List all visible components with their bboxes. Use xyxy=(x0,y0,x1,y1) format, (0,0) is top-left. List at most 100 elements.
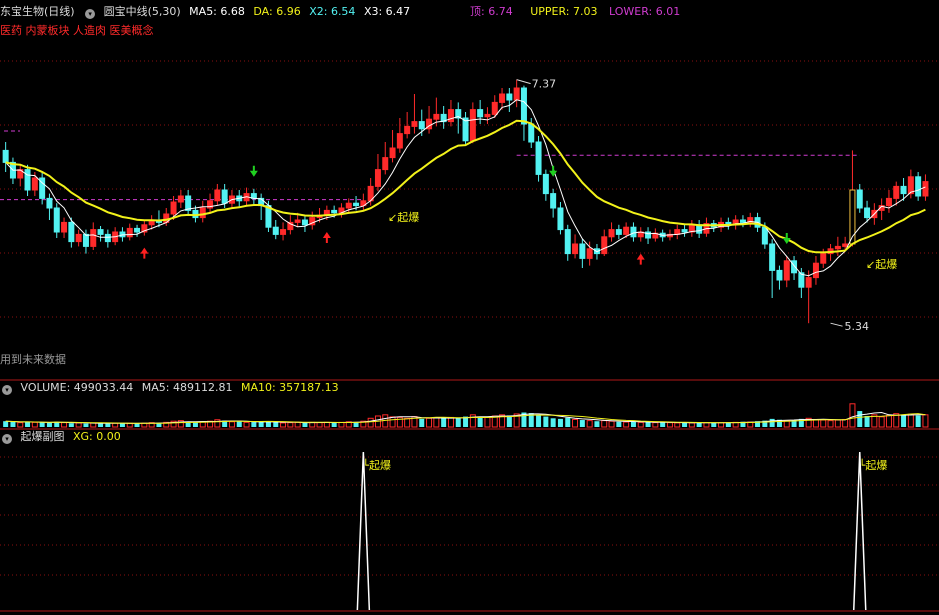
volume-bar xyxy=(83,423,89,427)
volume-bar xyxy=(769,418,775,427)
candle-body xyxy=(469,109,476,142)
candle-body xyxy=(520,87,527,125)
volume-bar xyxy=(849,403,856,428)
candle-body xyxy=(893,185,900,199)
sell-arrow-icon xyxy=(249,165,258,177)
volume-bar xyxy=(455,418,461,427)
volume-bar xyxy=(915,415,921,427)
volume-bar xyxy=(674,422,681,428)
volume-bar xyxy=(922,414,929,428)
volume-bar xyxy=(688,422,695,428)
volume-bar xyxy=(812,418,819,428)
candle-body xyxy=(170,201,177,215)
candle-body xyxy=(586,248,593,259)
candle-body xyxy=(24,169,31,191)
candle-body xyxy=(922,181,929,197)
volume-bar xyxy=(550,418,556,427)
candle-body xyxy=(907,176,914,195)
candle-body xyxy=(418,121,425,130)
candle-body xyxy=(484,113,491,118)
volume-bar xyxy=(565,417,571,427)
low-price-label: 5.34 xyxy=(845,320,870,333)
candle-body xyxy=(199,207,206,219)
high-pointer xyxy=(516,79,531,85)
volume-bar xyxy=(711,422,717,427)
candle-body xyxy=(820,253,827,264)
volume-bar xyxy=(433,417,440,428)
volume-bar xyxy=(31,421,38,428)
candle-body xyxy=(404,125,411,135)
candle-body xyxy=(447,109,454,123)
candle-body xyxy=(579,243,586,259)
qibao-sub-label: └起爆 xyxy=(859,458,888,472)
volume-bar xyxy=(105,423,111,427)
volume-bar xyxy=(682,422,688,427)
volume-bar xyxy=(419,418,425,427)
volume-bar xyxy=(39,422,45,427)
candle-body xyxy=(550,193,557,209)
volume-bar xyxy=(338,421,345,428)
candle-body xyxy=(294,219,301,223)
qibao-main-label: ↙起爆 xyxy=(388,210,419,224)
candle-body xyxy=(68,221,75,243)
candle-body xyxy=(82,233,89,247)
volume-bar xyxy=(878,416,885,428)
candle-body xyxy=(572,243,579,255)
volume-bar xyxy=(703,422,710,428)
candle-body xyxy=(331,209,338,214)
volume-bar xyxy=(718,422,725,428)
volume-bar xyxy=(572,418,579,428)
candle-body xyxy=(812,262,819,279)
candle-body xyxy=(462,117,469,142)
candle-body xyxy=(2,149,9,163)
volume-bar xyxy=(885,414,892,428)
candle-body xyxy=(53,207,60,233)
volume-bar xyxy=(441,418,447,427)
volume-bar xyxy=(426,417,433,428)
volume-bar xyxy=(601,420,608,428)
candle-body xyxy=(499,93,506,103)
qibao-sub-label: └起爆 xyxy=(362,458,391,472)
candle-body xyxy=(97,229,104,235)
qibao-spike xyxy=(853,451,867,611)
candle-body xyxy=(783,260,790,281)
stock-chart[interactable]: 7.37 5.34 ↙起爆 ↙起爆 └起爆 └起爆 xyxy=(0,0,939,615)
candle-body xyxy=(477,109,484,118)
candle-body xyxy=(564,229,571,255)
volume-bar xyxy=(75,422,82,428)
volume-bar xyxy=(3,421,9,427)
volume-bar xyxy=(404,417,411,428)
volume-bar xyxy=(842,418,849,428)
volume-bar xyxy=(389,416,396,428)
volume-bar xyxy=(536,414,542,427)
candle-body xyxy=(842,243,849,247)
candle-body xyxy=(528,123,535,143)
volume-bar xyxy=(331,422,337,427)
candle-body xyxy=(177,195,184,203)
candle-body xyxy=(104,233,111,243)
sell-arrow-icon xyxy=(782,233,791,244)
volume-bar xyxy=(243,421,250,428)
candle-body xyxy=(681,229,688,233)
candle-body xyxy=(61,221,68,233)
candle-body xyxy=(739,219,746,223)
volume-bar xyxy=(68,423,74,427)
volume-bar xyxy=(630,421,636,427)
candle-body xyxy=(885,197,892,207)
volume-bar xyxy=(857,411,863,427)
volume-bar xyxy=(637,421,644,428)
candle-body xyxy=(411,121,418,127)
buy-arrow-icon xyxy=(636,253,645,265)
volume-bar xyxy=(294,421,301,428)
volume-bar xyxy=(660,422,666,427)
qibao-main-label: ↙起爆 xyxy=(866,257,897,271)
volume-bar xyxy=(484,416,491,428)
volume-bar xyxy=(616,421,622,427)
candle-body xyxy=(31,177,38,191)
candle-body xyxy=(601,236,608,255)
candle-body xyxy=(615,229,622,235)
candle-body xyxy=(214,189,221,202)
candle-body xyxy=(280,229,287,235)
candle-body xyxy=(272,226,279,235)
high-price-label: 7.37 xyxy=(532,78,557,91)
